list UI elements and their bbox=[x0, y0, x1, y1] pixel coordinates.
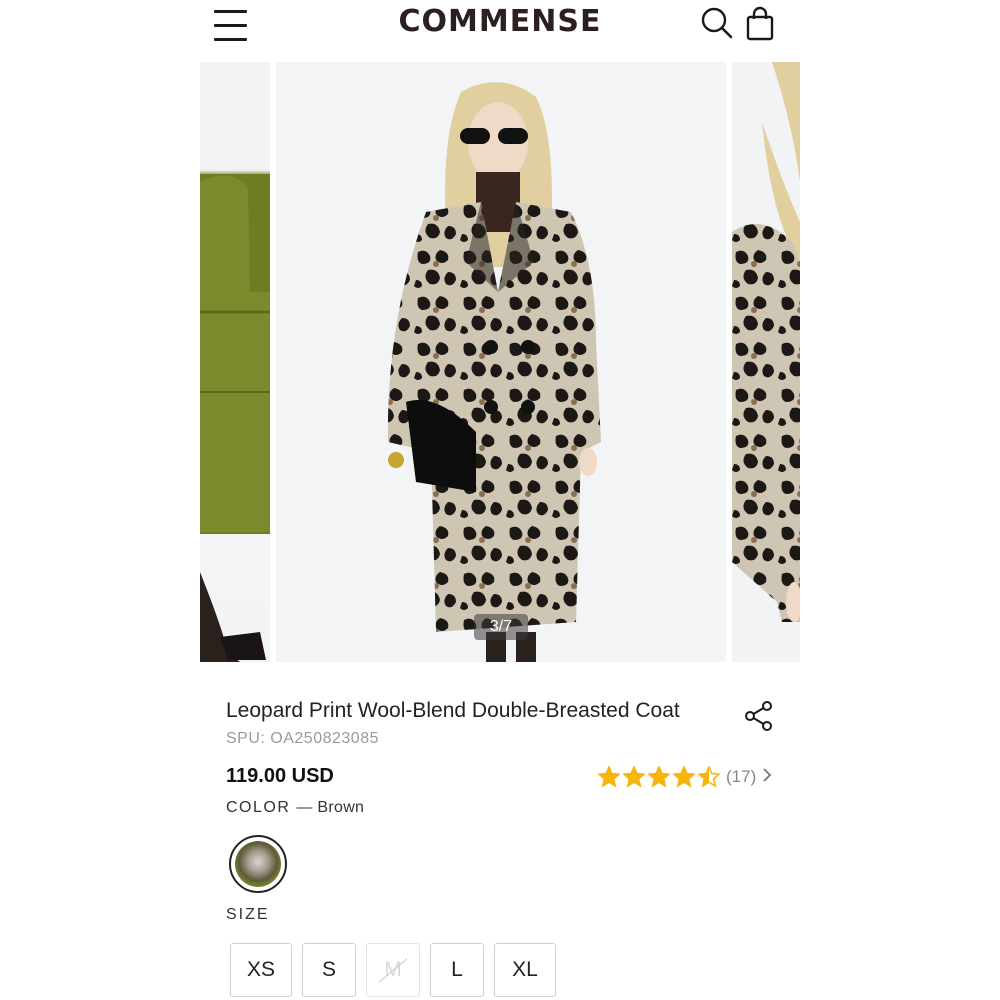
selected-color-value: — Brown bbox=[296, 799, 365, 816]
next-image[interactable] bbox=[732, 62, 800, 662]
size-option-xs[interactable]: XS bbox=[230, 943, 292, 997]
size-option-m[interactable]: M bbox=[366, 943, 420, 997]
product-price: 119.00 USD bbox=[226, 765, 334, 787]
size-option-s[interactable]: S bbox=[302, 943, 356, 997]
product-image-gallery[interactable]: 3/7 bbox=[200, 62, 800, 662]
rating-summary[interactable]: (17) bbox=[598, 764, 772, 790]
product-title: Leopard Print Wool-Blend Double-Breasted… bbox=[226, 699, 680, 722]
previous-image[interactable] bbox=[200, 62, 270, 662]
shopping-bag-icon[interactable] bbox=[744, 5, 776, 41]
search-icon[interactable] bbox=[700, 6, 734, 40]
size-label: SIZE bbox=[226, 906, 270, 923]
star-icon bbox=[623, 766, 645, 788]
star-icon bbox=[598, 766, 620, 788]
size-option-l[interactable]: L bbox=[430, 943, 484, 997]
star-icon bbox=[698, 766, 720, 788]
current-product-image[interactable] bbox=[276, 62, 726, 662]
image-counter: 3/7 bbox=[474, 614, 528, 640]
chevron-right-icon bbox=[762, 767, 772, 788]
share-icon[interactable] bbox=[744, 700, 774, 732]
rating-count: (17) bbox=[726, 767, 757, 786]
color-selector-label: COLOR — Brown bbox=[226, 799, 364, 817]
size-option-xl[interactable]: XL bbox=[494, 943, 556, 997]
star-icon bbox=[648, 766, 670, 788]
rating-stars bbox=[598, 766, 720, 788]
color-swatch-brown[interactable] bbox=[229, 835, 287, 893]
star-icon bbox=[673, 766, 695, 788]
color-label: COLOR bbox=[226, 799, 291, 816]
header: COMMENSE bbox=[200, 0, 800, 60]
swatch-thumbnail bbox=[235, 841, 281, 887]
size-options: XS S M L XL bbox=[230, 943, 556, 997]
product-spu: SPU: OA250823085 bbox=[226, 730, 379, 747]
